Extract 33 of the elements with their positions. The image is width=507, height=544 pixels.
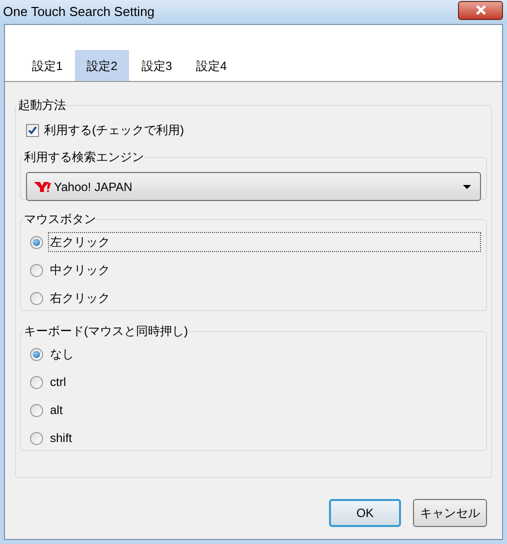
dialog-button[interactable]: キャンセル <box>413 499 487 527</box>
group-title: 利用する検索エンジン <box>23 149 145 166</box>
close-button[interactable] <box>458 0 503 20</box>
checkbox-label[interactable]: 利用する(チェックで利用) <box>44 121 184 139</box>
radio-label[interactable]: 中クリック <box>48 260 481 280</box>
radio-label[interactable]: 左クリック <box>48 232 481 252</box>
radio-button[interactable] <box>30 292 43 304</box>
group-title: キーボード(マウスと同時押し) <box>23 323 189 340</box>
group-title: 起動方法 <box>17 97 67 114</box>
tab[interactable]: 設定3 <box>129 50 184 81</box>
logo-icon <box>34 182 51 192</box>
radio-label[interactable]: 右クリック <box>48 288 481 308</box>
radio-button[interactable] <box>30 264 43 276</box>
radio-button[interactable] <box>30 348 43 360</box>
tab[interactable]: 設定2 <box>74 50 130 81</box>
radio-button[interactable] <box>30 432 43 444</box>
window-title: One Touch Search Setting <box>3 3 155 22</box>
engine-dropdown[interactable]: Yahoo! JAPAN <box>26 172 481 201</box>
checkbox[interactable] <box>26 124 39 136</box>
radio-label[interactable]: なし <box>48 344 481 364</box>
radio-button[interactable] <box>30 236 43 248</box>
radio-button[interactable] <box>30 376 43 388</box>
group-title: マウスボタン <box>23 211 97 228</box>
dropdown-value: Yahoo! JAPAN <box>54 178 134 196</box>
radio-label[interactable]: shift <box>48 428 481 448</box>
tab[interactable]: 設定1 <box>20 50 75 81</box>
close-icon <box>476 5 486 15</box>
tab[interactable]: 設定4 <box>184 50 239 81</box>
dropdown-arrow-icon <box>463 184 471 188</box>
dialog-button[interactable]: OK <box>329 499 401 527</box>
radio-label[interactable]: alt <box>48 400 481 420</box>
radio-button[interactable] <box>30 404 43 416</box>
radio-label[interactable]: ctrl <box>48 372 481 392</box>
